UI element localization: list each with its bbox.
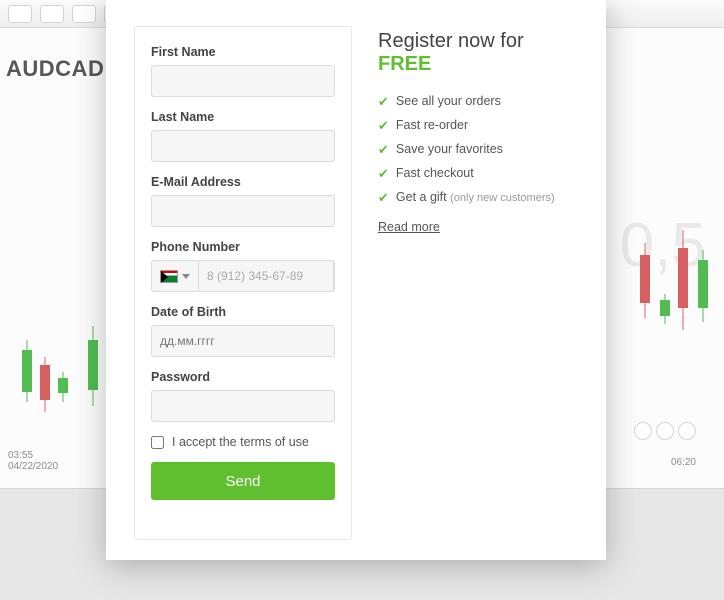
register-modal: First Name Last Name E-Mail Address Phon… [106, 0, 606, 560]
first-name-label: First Name [151, 45, 335, 59]
benefit-item: ✔ Get a gift (only new customers) [378, 190, 578, 204]
last-name-group: Last Name [151, 110, 335, 162]
first-name-group: First Name [151, 45, 335, 97]
phone-country-button[interactable] [152, 261, 198, 291]
check-icon: ✔ [378, 191, 389, 204]
benefit-item: ✔ Fast checkout [378, 166, 578, 180]
check-icon: ✔ [378, 167, 389, 180]
chevron-down-icon [182, 274, 190, 279]
email-label: E-Mail Address [151, 175, 335, 189]
check-icon: ✔ [378, 95, 389, 108]
benefit-text: Save your favorites [396, 142, 503, 156]
password-group: Password [151, 370, 335, 422]
register-title-prefix: Register now for [378, 30, 524, 52]
benefits-list: ✔ See all your orders ✔ Fast re-order ✔ … [378, 94, 578, 204]
benefit-text: See all your orders [396, 94, 501, 108]
benefit-text: Fast re-order [396, 118, 468, 132]
benefit-item: ✔ See all your orders [378, 94, 578, 108]
phone-input[interactable] [198, 260, 334, 292]
phone-row [151, 260, 335, 292]
flag-icon [160, 270, 178, 283]
dob-group: Date of Birth [151, 305, 335, 357]
email-group: E-Mail Address [151, 175, 335, 227]
chart-play-controls [634, 422, 696, 440]
dob-label: Date of Birth [151, 305, 335, 319]
terms-checkbox[interactable] [151, 436, 164, 449]
chart-symbol: AUDCAD [6, 56, 104, 82]
dob-input[interactable] [151, 325, 335, 357]
benefit-text: Fast checkout [396, 166, 474, 180]
register-title-free: FREE [378, 53, 431, 75]
benefit-item: ✔ Save your favorites [378, 142, 578, 156]
password-input[interactable] [151, 390, 335, 422]
last-name-label: Last Name [151, 110, 335, 124]
last-name-input[interactable] [151, 130, 335, 162]
terms-label: I accept the terms of use [172, 435, 309, 449]
terms-row: I accept the terms of use [151, 435, 335, 449]
chart-time-left: 03:55 04/22/2020 [8, 450, 58, 472]
first-name-input[interactable] [151, 65, 335, 97]
phone-group: Phone Number [151, 240, 335, 292]
register-title: Register now for FREE [378, 30, 578, 76]
check-icon: ✔ [378, 119, 389, 132]
benefit-item: ✔ Fast re-order [378, 118, 578, 132]
chart-time-right: 06:20 [671, 457, 696, 468]
email-input[interactable] [151, 195, 335, 227]
register-benefits: Register now for FREE ✔ See all your ord… [378, 26, 578, 540]
benefit-note: (only new customers) [450, 192, 555, 204]
read-more-link[interactable]: Read more [378, 220, 440, 234]
benefit-text: Get a gift [396, 190, 450, 204]
chart-price-overlay: 0,5 [620, 210, 706, 281]
phone-label: Phone Number [151, 240, 335, 254]
register-form: First Name Last Name E-Mail Address Phon… [134, 26, 352, 540]
send-button[interactable]: Send [151, 462, 335, 500]
check-icon: ✔ [378, 143, 389, 156]
password-label: Password [151, 370, 335, 384]
